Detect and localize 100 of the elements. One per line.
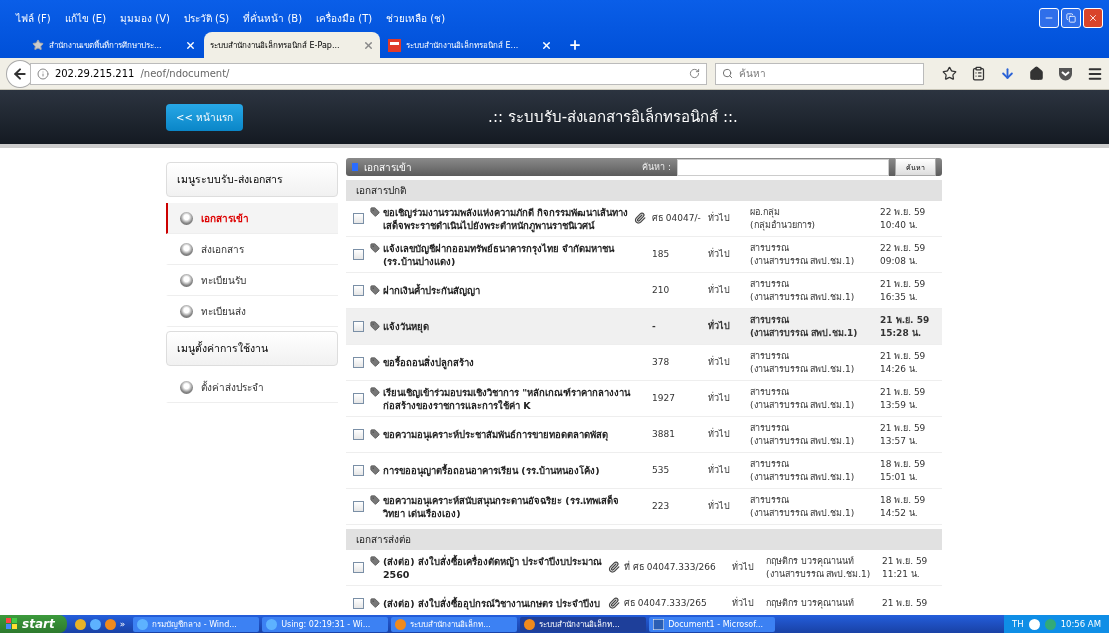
browser-tab[interactable]: สำนักงานเขตพื้นที่การศึกษาประ... <box>26 32 202 58</box>
clipboard-icon[interactable] <box>971 66 986 81</box>
paperclip-icon[interactable] <box>608 560 620 573</box>
bookmark-star-icon[interactable] <box>942 66 957 81</box>
info-icon[interactable] <box>36 67 49 80</box>
checkbox[interactable] <box>353 213 364 224</box>
document-row[interactable]: แจ้งเลขบัญชีฝากออมทรัพย์ธนาคารกรุงไทย จำกัดมหาชน (รร.บ้านปางแดง) 185 ทั่วไป สารบรรณ (งานสารบรรณ สพป.ชม.1) 22 พ.ย. 59 09:08 น. <box>346 237 942 273</box>
document-type: ทั่วไป <box>732 561 755 574</box>
date-cell-text: 21 พ.ย. 59 11:21 น. <box>882 554 929 581</box>
checkbox[interactable] <box>353 321 364 332</box>
document-title[interactable]: ฝากเงินค้ำประกันสัญญา <box>383 284 480 297</box>
taskbar-button[interactable]: กรมบัญชีกลาง - Wind... <box>133 616 260 632</box>
document-title[interactable]: การขออนุญาตรื้อถอนอาคารเรียน (รร.บ้านหนองโค้ง) <box>383 464 600 477</box>
menu-item[interactable]: แก้ไข (E) <box>64 10 107 26</box>
date-cell-text: 21 พ.ย. 59 15:28 น. <box>880 313 931 340</box>
document-row[interactable]: ขอความอนุเคราะห์ประชาสัมพันธ์การขายทอดตลาดพัสดุ 3881 ทั่วไป สารบรรณ (งานสารบรรณ สพป.ชม.1) 21 พ.ย. 59 13:57 น. <box>346 417 942 453</box>
sidebar-item[interactable]: เอกสารเข้า <box>166 203 338 234</box>
bullet-icon <box>180 304 193 318</box>
menu-item[interactable]: ที่คั่นหน้า (B) <box>243 10 303 26</box>
document-icon <box>653 618 665 630</box>
date-cell-text: 18 พ.ย. 59 14:52 น. <box>880 493 927 520</box>
taskbar-button[interactable]: ระบบสำนักงานอิเล็กท... <box>520 616 647 632</box>
search-field[interactable]: ค้นหา <box>736 67 907 80</box>
document-title[interactable]: ขอเชิญร่วมงานรวมพลังแห่งความภักดี กิจกรรมพัฒนาเส้นทางเสด็จพระราชดำเนินไปยังพระตำหนักภูพานราชนิเวศน์ <box>383 205 634 232</box>
sidebar-item[interactable]: ตั้งค่าส่งประจำ <box>166 372 338 403</box>
document-title[interactable]: (ส่งต่อ) ส่งใบสั่งซื้อเครื่องตัดหญ้า ประจำปีงบประมาณ 2560 <box>383 554 608 581</box>
menu-item[interactable]: เครื่องมือ (T) <box>316 10 373 26</box>
paperclip-icon[interactable] <box>608 596 620 609</box>
checkbox[interactable] <box>353 429 364 440</box>
sidebar-item[interactable]: ทะเบียนรับ <box>166 265 338 296</box>
document-row[interactable]: ขอเชิญร่วมงานรวมพลังแห่งความภักดี กิจกรรมพัฒนาเส้นทางเสด็จพระราชดำเนินไปยังพระตำหนักภูพานราชนิเวศน์ ศธ 04047/- ทั่วไป ผอ.กลุ่ม (กลุ่มอำนวยการ) 22 พ.ย. 59 10:40 น. <box>346 201 942 237</box>
document-type: ทั่วไป <box>732 597 755 610</box>
document-row[interactable]: เรียนเชิญเข้าร่วมอบรมเชิงวิชาการ "หลักเกณฑ์ราคากลางงานก่อสร้างของราชการและการใช้ค่า K 1927 ทั่วไป สารบรรณ (งานสารบรรณ สพป.ชม.1) 21 พ.ย. 59 13:59 น. <box>346 381 942 417</box>
document-type: ทั่วไป <box>708 500 731 513</box>
browser-tab[interactable]: ระบบสำนักงานอิเล็กทรอนิกส์ E-Pap... <box>204 32 380 58</box>
taskbar-button[interactable]: ระบบสำนักงานอิเล็กท... <box>391 616 518 632</box>
document-row[interactable]: การขออนุญาตรื้อถอนอาคารเรียน (รร.บ้านหนองโค้ง) 535 ทั่วไป สารบรรณ (งานสารบรรณ สพป.ชม.1) 18 พ.ย. 59 15:01 น. <box>346 453 942 489</box>
checkbox[interactable] <box>353 357 364 368</box>
restore-button[interactable] <box>1061 8 1081 28</box>
close-button[interactable] <box>1083 8 1103 28</box>
menu-item[interactable]: มุมมอง (V) <box>120 10 170 26</box>
document-title[interactable]: ขอความอนุเคราะห์ประชาสัมพันธ์การขายทอดตลาดพัสดุ <box>383 428 608 441</box>
download-icon[interactable] <box>1000 66 1015 81</box>
checkbox[interactable] <box>353 562 364 573</box>
checkbox[interactable] <box>353 598 364 609</box>
document-row[interactable]: แจ้งวันหยุด - ทั่วไป สารบรรณ (งานสารบรรณ สพป.ชม.1) 21 พ.ย. 59 15:28 น. <box>346 309 942 345</box>
more-button[interactable]: » <box>119 619 126 629</box>
date-cell-text: 21 พ.ย. 59 13:59 น. <box>880 385 927 412</box>
document-title[interactable]: ขอรื้อถอนสิ่งปลูกสร้าง <box>383 356 474 369</box>
checkbox[interactable] <box>353 501 364 512</box>
tag-icon <box>370 206 380 217</box>
document-number: ศธ 04047.333/265 <box>624 597 708 610</box>
taskbar-button[interactable]: Document1 - Microsof... <box>649 616 776 632</box>
home-icon[interactable] <box>1029 66 1044 81</box>
document-row[interactable]: ขอรื้อถอนสิ่งปลูกสร้าง 378 ทั่วไป สารบรรณ (งานสารบรรณ สพป.ชม.1) 21 พ.ย. 59 14:26 น. <box>346 345 942 381</box>
menu-item[interactable]: ช่วยเหลือ (ช) <box>386 10 446 26</box>
document-title[interactable]: แจ้งวันหยุด <box>383 320 429 333</box>
checkbox[interactable] <box>353 285 364 296</box>
document-type: ทั่วไป <box>708 284 731 297</box>
menu-item[interactable]: ไฟล์ (F) <box>16 10 51 26</box>
document-title[interactable]: (ส่งต่อ) ส่งใบสั่งซื้ออุปกรณ์วิชางานเกษตร ประจำปีงบ <box>383 597 601 610</box>
start-button[interactable]: start <box>0 615 67 633</box>
minimize-button[interactable] <box>1039 8 1059 28</box>
tag-icon <box>370 598 380 608</box>
close-icon[interactable] <box>541 39 552 51</box>
checkbox[interactable] <box>353 393 364 404</box>
browser-tab[interactable]: ระบบสำนักงานอิเล็กทรอนิกส์ E... <box>382 32 558 58</box>
sidebar-item[interactable]: ส่งเอกสาร <box>166 234 338 265</box>
sidebar-item[interactable]: ทะเบียนส่ง <box>166 296 338 327</box>
reload-icon[interactable] <box>688 68 700 79</box>
close-icon[interactable] <box>363 39 374 51</box>
checkbox[interactable] <box>353 249 364 260</box>
document-title[interactable]: เรียนเชิญเข้าร่วมอบรมเชิงวิชาการ "หลักเกณฑ์ราคากลางงานก่อสร้างของราชการและการใช้ค่า K <box>383 385 634 412</box>
close-icon[interactable] <box>185 39 196 51</box>
document-row[interactable]: ขอความอนุเคราะห์สนับสนุนกระดานอัจฉริยะ (รร.เทพเสด็จวิทยา เด่นเรืองเอง) 223 ทั่วไป สารบรรณ (งานสารบรรณ สพป.ชม.1) 18 พ.ย. 59 14:52 น. <box>346 489 942 525</box>
menu-item[interactable]: ประวัติ (S) <box>183 10 230 26</box>
windows-logo-icon <box>6 618 18 630</box>
tag-icon <box>370 465 380 475</box>
date-cell-text: 21 พ.ย. 59 14:26 น. <box>880 349 927 376</box>
checkbox[interactable] <box>353 465 364 476</box>
shield-icon[interactable] <box>1058 66 1073 81</box>
document-row[interactable]: (ส่งต่อ) ส่งใบสั่งซื้อเครื่องตัดหญ้า ประจำปีงบประมาณ 2560 ที่ ศธ 04047.333/266 ทั่วไป กฤษติกร บวรคุณานนท์ (งานสารบรรณ สพป.ชม.1) 21 พ.ย. 59 11:21 น. <box>346 550 942 586</box>
document-title[interactable]: ขอความอนุเคราะห์สนับสนุนกระดานอัจฉริยะ (รร.เทพเสด็จวิทยา เด่นเรืองเอง) <box>383 493 634 520</box>
address-field[interactable]: 202.29.215.211 /neof/ndocument/ <box>29 62 707 85</box>
date-cell-text: 21 พ.ย. 59 <box>882 597 929 610</box>
menu-icon[interactable] <box>1087 65 1103 82</box>
taskbar-button[interactable]: Using: 02:19:31 - Wi... <box>262 616 389 632</box>
search-box[interactable]: ค้นหา <box>714 62 924 85</box>
new-tab-icon[interactable] <box>568 38 582 52</box>
document-number: ที่ ศธ 04047.333/266 <box>624 561 717 574</box>
url-host: 202.29.215.211 <box>54 68 135 79</box>
document-title[interactable]: แจ้งเลขบัญชีฝากออมทรัพย์ธนาคารกรุงไทย จำกัดมหาชน (รร.บ้านปางแดง) <box>383 241 634 268</box>
tag-icon <box>370 242 380 253</box>
search-field[interactable] <box>677 158 889 176</box>
sender-cell-text: กฤษติกร บวรคุณานนท์ (งานสารบรรณ สพป.ชม.1) <box>766 554 872 581</box>
tray-icon[interactable] <box>1028 618 1040 630</box>
tag-icon <box>370 494 380 505</box>
paperclip-icon[interactable] <box>634 211 646 224</box>
document-type: ทั่วไป <box>708 248 731 261</box>
sender-cell-text: สารบรรณ (งานสารบรรณ สพป.ชม.1) <box>750 349 856 376</box>
